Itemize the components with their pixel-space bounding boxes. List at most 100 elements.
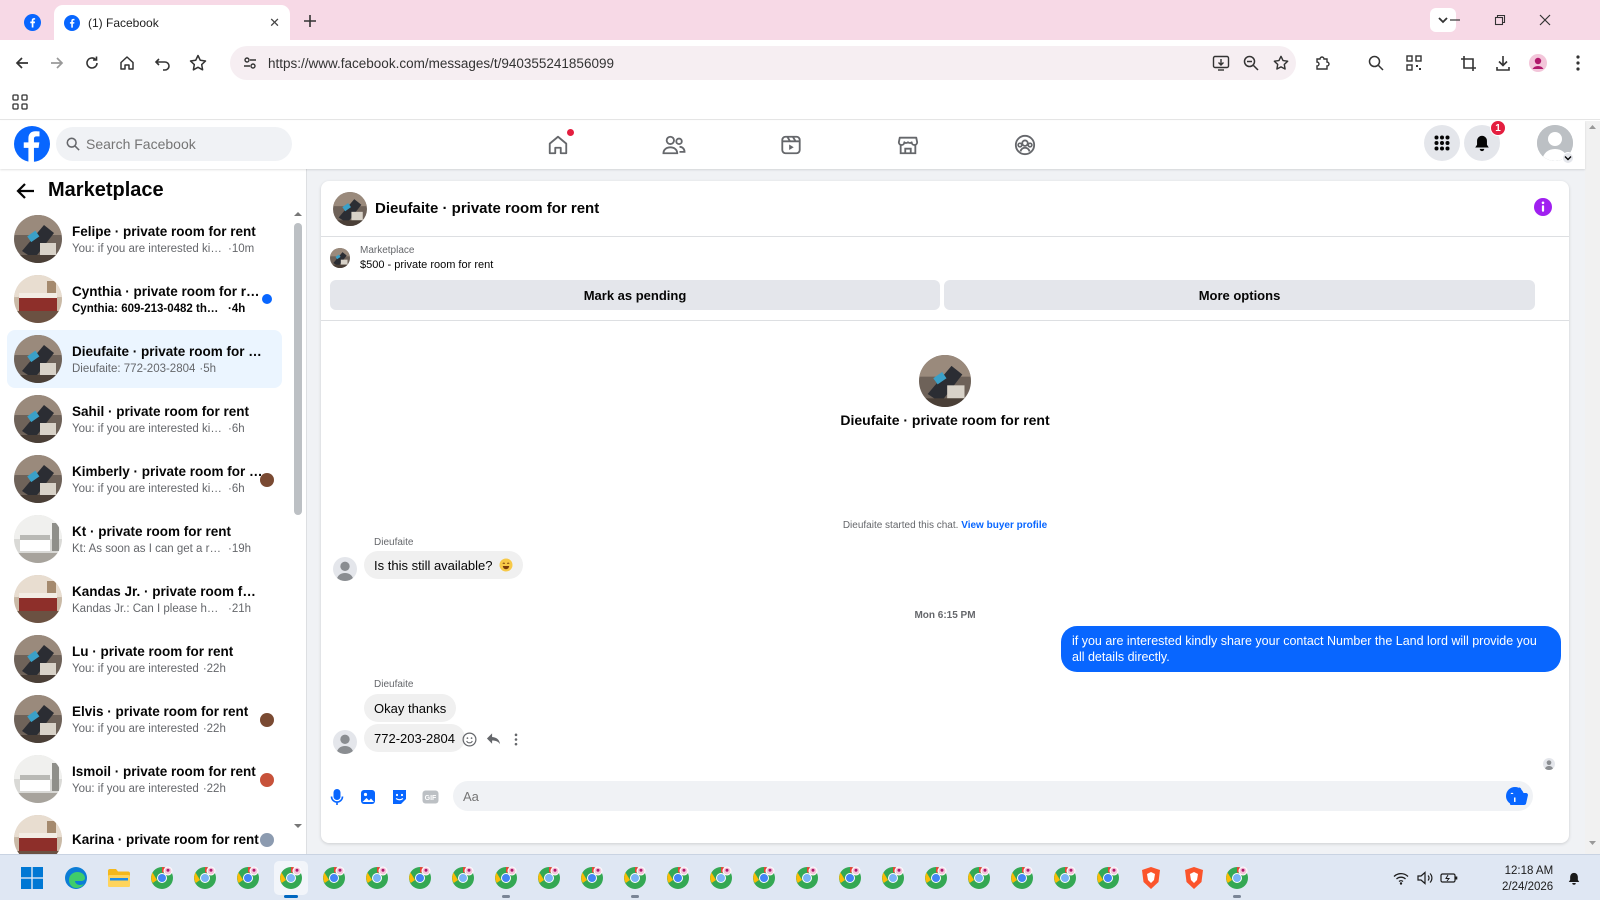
taskbar-chrome-window[interactable] [231,861,265,895]
chat-avatar[interactable] [333,191,367,226]
close-tab-icon[interactable]: ✕ [269,15,280,31]
search-extension-button[interactable] [1363,50,1389,76]
zoom-button[interactable] [1236,49,1266,77]
system-clock[interactable]: 12:18 AM 2/24/2026 [1502,863,1553,895]
listing-title[interactable]: $500 - private room for rent [360,259,493,271]
gif-button[interactable]: GIF [419,786,441,808]
page-scrollbar[interactable] [1585,121,1600,854]
extensions-button[interactable] [1310,50,1336,76]
nav-marketplace-tab[interactable] [852,125,964,165]
taskbar-chrome-window[interactable] [833,861,867,895]
outgoing-message[interactable]: if you are interested kindly share your … [1061,626,1561,672]
more-message-actions-button[interactable] [507,730,525,748]
taskbar-chrome-window[interactable] [489,861,523,898]
scroll-up-arrow-icon[interactable] [292,209,304,219]
taskbar-chrome-window[interactable] [532,861,566,895]
taskbar-chrome-window[interactable] [747,861,781,895]
voice-clip-button[interactable] [326,786,348,808]
taskbar-chrome-window[interactable] [618,861,652,898]
taskbar-brave-browser[interactable] [1177,861,1211,895]
taskbar-chrome-window[interactable] [360,861,394,895]
site-info-button[interactable] [236,49,264,77]
taskbar-chrome-window[interactable] [1005,861,1039,895]
taskbar-chrome-window[interactable] [403,861,437,895]
restore-button[interactable] [1485,8,1515,32]
taskbar-chrome-window[interactable] [919,861,953,895]
browser-menu-button[interactable] [1565,50,1591,76]
sidebar-scroll-thumb[interactable] [294,223,302,515]
facebook-logo-icon[interactable] [14,126,50,162]
incoming-message[interactable]: Okay thanks [364,694,457,722]
browser-profile-button[interactable] [1525,50,1551,76]
reply-button[interactable] [484,730,502,748]
chat-title[interactable]: Dieufaite · private room for rent [375,200,599,217]
sidebar-scrollbar[interactable] [292,209,304,849]
taskbar-chrome-window[interactable] [317,861,351,895]
start-button[interactable] [15,861,49,895]
facebook-search-input[interactable] [86,136,276,152]
reload-button[interactable] [79,50,105,76]
taskbar-chrome-window[interactable] [274,861,308,898]
taskbar-chrome-window[interactable] [661,861,695,895]
taskbar-chrome-window[interactable] [790,861,824,895]
taskbar-chrome-window[interactable] [1091,861,1125,895]
listing-info[interactable]: Marketplace $500 - private room for rent [330,245,493,271]
taskbar-file-explorer[interactable] [102,861,136,895]
taskbar-chrome-window[interactable] [962,861,996,895]
wifi-icon[interactable] [1392,870,1410,886]
taskbar-chrome-window[interactable] [876,861,910,895]
bookmark-page-button[interactable] [1266,49,1296,77]
tab-facebook[interactable]: (1) Facebook ✕ [54,5,290,40]
conversation-item[interactable]: Lu · private room for rent You: if you ar… [7,630,282,688]
message-input-box[interactable] [453,781,1533,811]
bookmark-star-button[interactable] [185,50,211,76]
conversation-item[interactable]: Karina · private room for rent [7,810,282,854]
nav-groups-tab[interactable] [969,125,1081,165]
conversation-item[interactable]: Dieufaite · private room for rent Dieufai… [7,330,282,388]
conversation-item[interactable]: Kandas Jr. · private room for rent Kandas… [7,570,282,628]
screenshot-crop-button[interactable] [1455,50,1481,76]
undo-button[interactable] [149,50,175,76]
scroll-up-arrow-icon[interactable] [1585,121,1600,133]
tab-pinned-facebook[interactable] [10,5,54,40]
incoming-message[interactable]: Is this still available? [364,551,523,579]
conversation-item[interactable]: Kt · private room for rent Kt: As soon as… [7,510,282,568]
back-arrow-icon[interactable] [16,181,36,201]
conversation-item[interactable]: Cynthia · private room for rent Cynthia: … [7,270,282,328]
new-tab-button[interactable] [298,9,322,33]
qr-code-button[interactable] [1401,50,1427,76]
url-text[interactable]: https://www.facebook.com/messages/t/9403… [268,56,1206,71]
conversation-item[interactable]: Kimberly · private room for r... You: if … [7,450,282,508]
nav-friends-tab[interactable] [618,125,730,165]
forward-button[interactable] [44,50,70,76]
taskbar-chrome-window[interactable] [575,861,609,895]
conversation-item[interactable]: Felipe · private room for rent You: if yo… [7,210,282,268]
react-button[interactable] [460,730,478,748]
view-buyer-profile-link[interactable]: View buyer profile [961,520,1047,531]
back-button[interactable] [9,50,35,76]
account-chevron-icon[interactable] [1562,152,1574,164]
home-button[interactable] [114,50,140,76]
sticker-button[interactable] [388,786,410,808]
nav-home-tab[interactable] [502,125,614,165]
conversation-item[interactable]: Ismoil · private room for rent You: if yo… [7,750,282,808]
send-like-button[interactable] [1507,784,1531,808]
conversation-info-button[interactable] [1533,197,1553,217]
address-bar[interactable]: https://www.facebook.com/messages/t/9403… [230,46,1296,80]
nav-video-tab[interactable] [735,125,847,165]
taskbar-chrome-window[interactable] [704,861,738,895]
conversation-item[interactable]: Elvis · private room for rent You: if you… [7,690,282,748]
install-app-button[interactable] [1206,49,1236,77]
intro-avatar[interactable] [919,355,971,407]
conversation-item[interactable]: Sahil · private room for rent You: if you… [7,390,282,448]
taskbar-brave-browser[interactable] [1134,861,1168,895]
notification-bell-icon[interactable] [1565,870,1583,886]
apps-shortcut-button[interactable] [10,92,30,112]
taskbar-chrome-window[interactable] [188,861,222,895]
battery-icon[interactable] [1440,870,1458,886]
facebook-search-box[interactable] [56,127,292,161]
taskbar-chrome-window[interactable] [145,861,179,895]
taskbar-chrome-window[interactable] [446,861,480,895]
mark-as-pending-button[interactable]: Mark as pending [330,280,940,310]
volume-icon[interactable] [1416,870,1434,886]
